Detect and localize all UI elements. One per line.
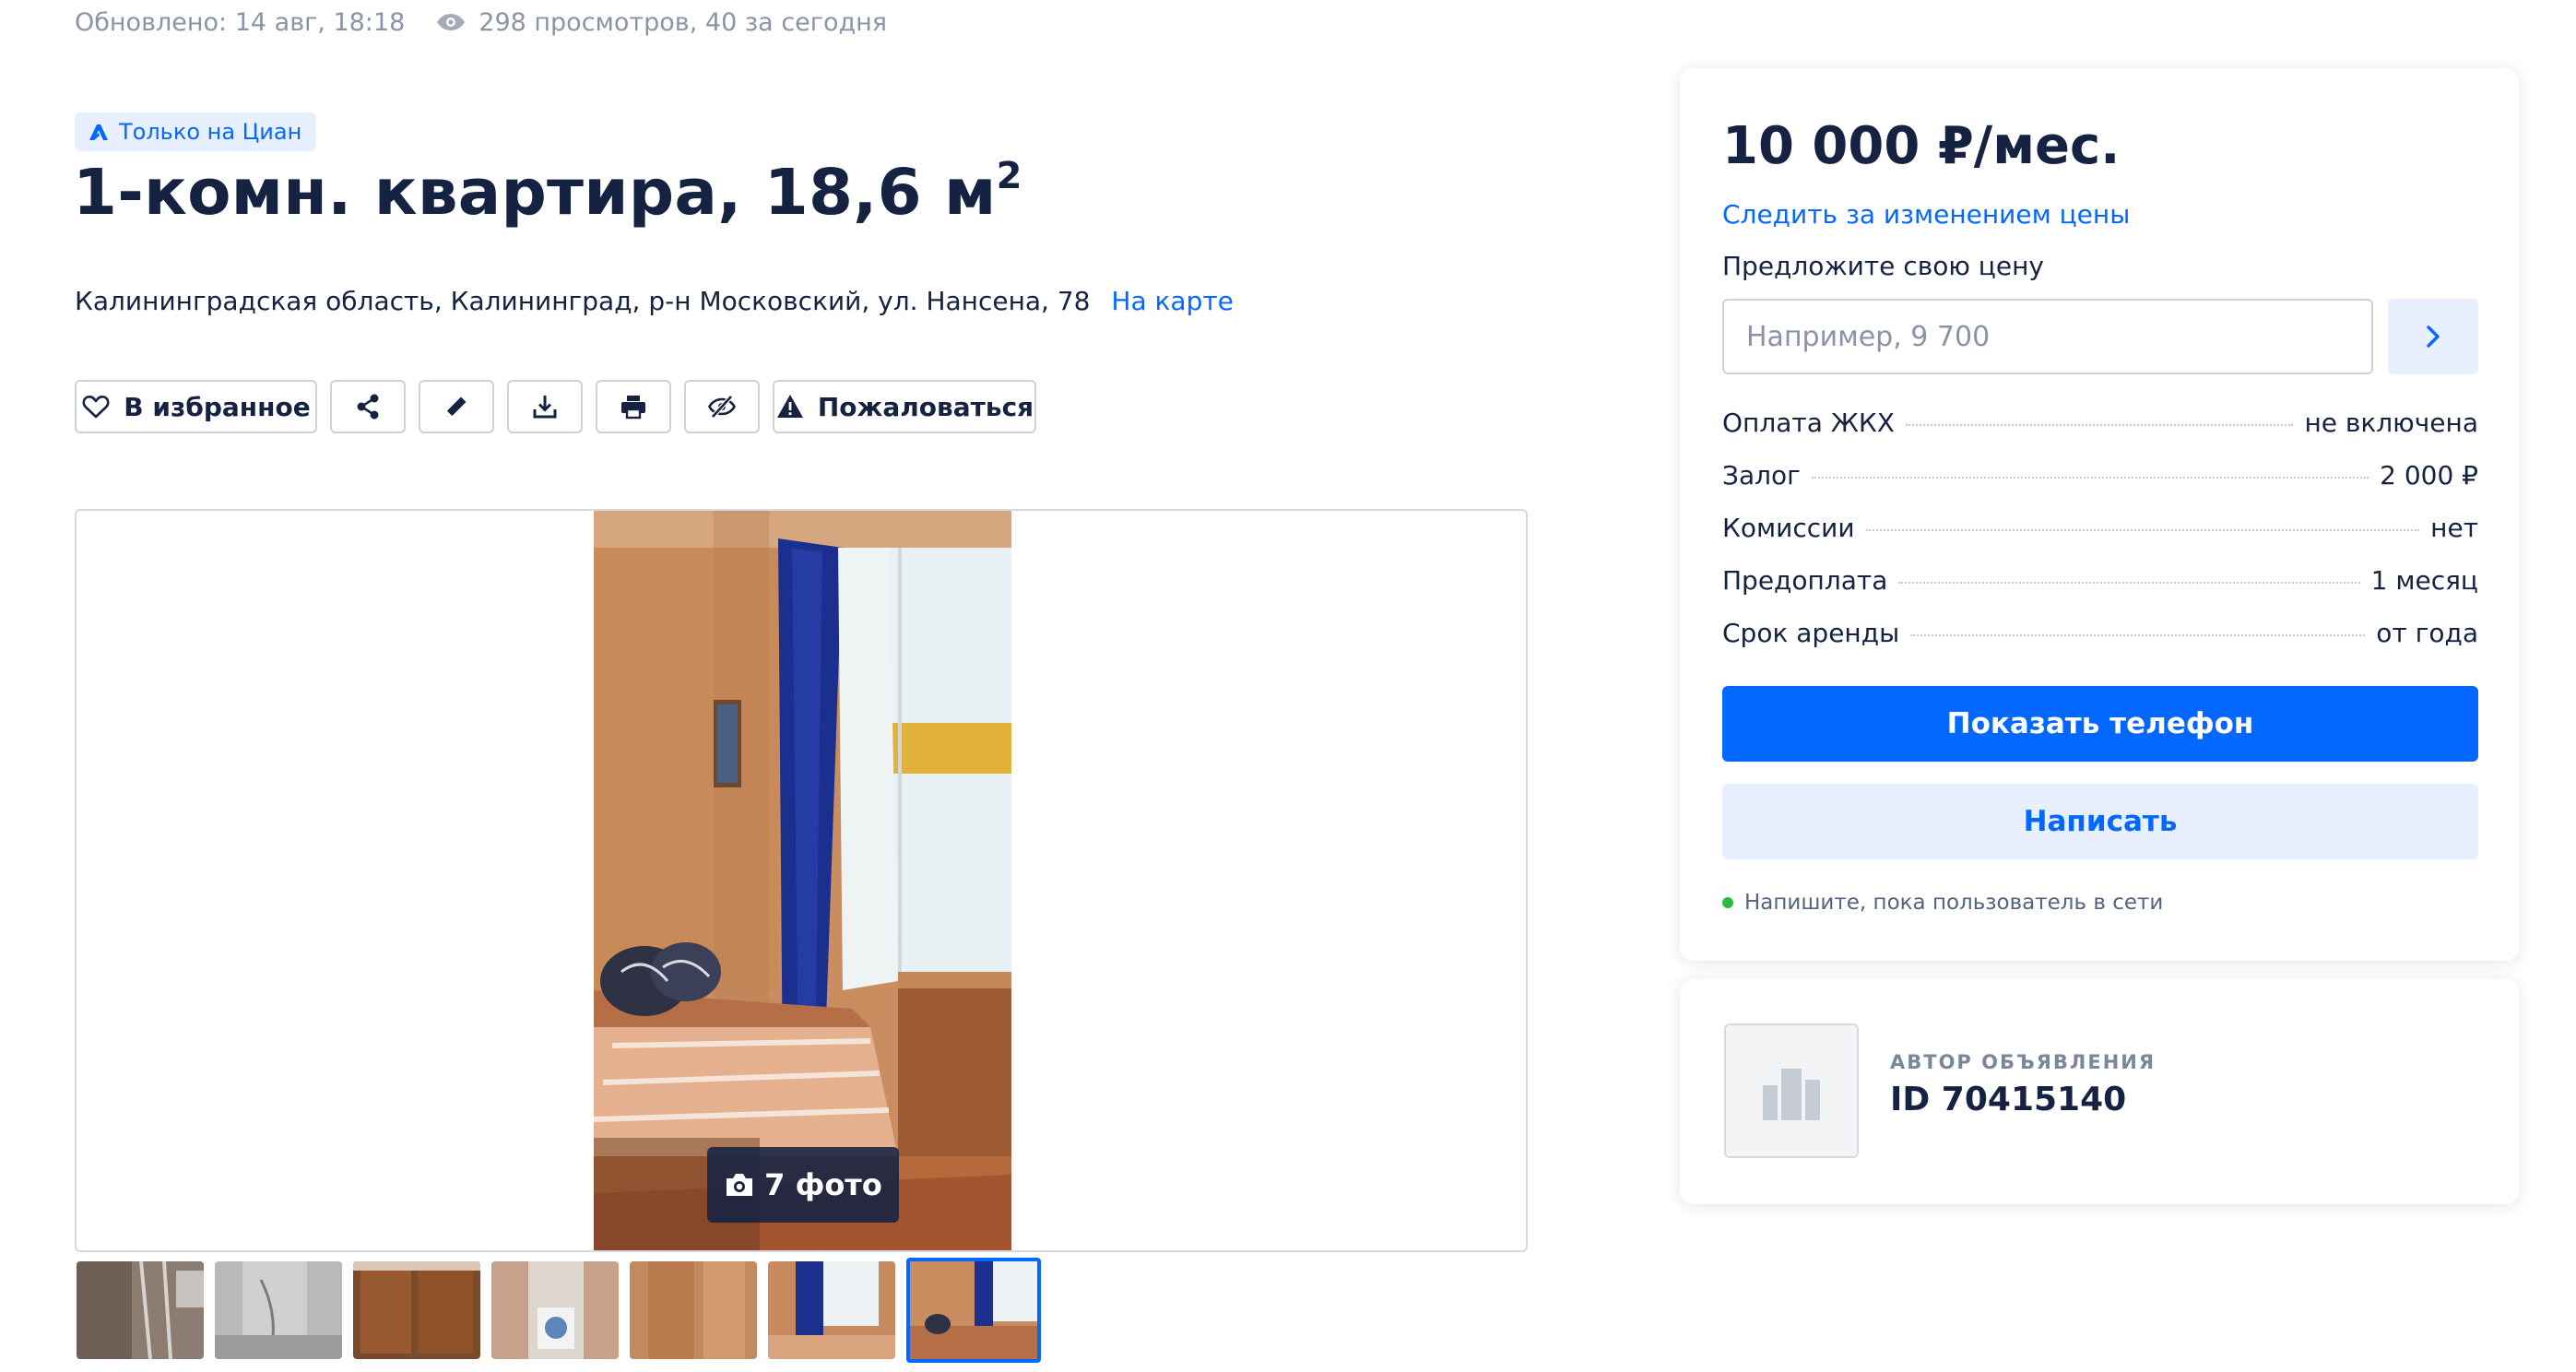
offer-price-label: Предложите свою цену bbox=[1722, 251, 2044, 281]
favorite-label: В избранное bbox=[124, 391, 311, 422]
listing-actions: В избранное Пожаловаться bbox=[75, 380, 1036, 433]
thumbnail-strip bbox=[77, 1258, 1052, 1363]
price: 10 000 ₽/мес. bbox=[1722, 116, 2121, 176]
online-status: Напишите, пока пользователь в сети bbox=[1722, 891, 2163, 915]
write-message-button[interactable]: Написать bbox=[1722, 784, 2478, 859]
updated-date: Обновлено: 14 авг, 18:18 bbox=[75, 7, 406, 37]
show-phone-button[interactable]: Показать телефон bbox=[1722, 686, 2478, 762]
term-row-prepayment: Предоплата 1 месяц bbox=[1722, 565, 2478, 596]
photo-gallery[interactable]: 7 фото bbox=[75, 509, 1528, 1252]
listing-title: 1-комн. квартира, 18,6 м2 bbox=[73, 155, 1022, 230]
share-icon bbox=[357, 394, 379, 420]
print-button[interactable] bbox=[596, 380, 671, 433]
listing-address: Калининградская область, Калининград, р-… bbox=[75, 286, 1234, 316]
hide-icon bbox=[708, 395, 736, 419]
main-photo[interactable] bbox=[594, 511, 1011, 1250]
author-caption: АВТОР ОБЪЯВЛЕНИЯ bbox=[1890, 1051, 2157, 1073]
author-avatar[interactable] bbox=[1724, 1023, 1859, 1158]
address-text: Калининградская область, Калининград, р-… bbox=[75, 286, 1091, 316]
camera-icon bbox=[727, 1174, 753, 1196]
eye-icon bbox=[436, 12, 466, 32]
online-dot-icon bbox=[1722, 897, 1733, 908]
photo-count-label: 7 фото bbox=[764, 1167, 882, 1202]
listing-meta: Обновлено: 14 авг, 18:18 298 просмотров,… bbox=[75, 2, 887, 42]
offer-price-input[interactable] bbox=[1722, 299, 2373, 374]
author-card: АВТОР ОБЪЯВЛЕНИЯ ID 70415140 bbox=[1680, 979, 2519, 1204]
term-row-lease-term: Срок аренды от года bbox=[1722, 618, 2478, 648]
thumbnail-6[interactable] bbox=[768, 1261, 895, 1359]
badge-label: Только на Циан bbox=[119, 119, 302, 145]
cian-logo-icon bbox=[88, 122, 110, 142]
building-placeholder-icon bbox=[1763, 1069, 1820, 1120]
thumbnail-3[interactable] bbox=[353, 1261, 480, 1359]
author-id: ID 70415140 bbox=[1890, 1081, 2127, 1118]
map-link[interactable]: На карте bbox=[1111, 286, 1234, 316]
thumbnail-5[interactable] bbox=[630, 1261, 757, 1359]
download-icon bbox=[533, 396, 557, 419]
edit-button[interactable] bbox=[419, 380, 494, 433]
cian-exclusive-badge: Только на Циан bbox=[75, 112, 317, 151]
favorite-button[interactable]: В избранное bbox=[75, 380, 317, 433]
thumbnail-7-selected[interactable] bbox=[906, 1258, 1041, 1363]
hide-button[interactable] bbox=[684, 380, 760, 433]
thumbnail-4[interactable] bbox=[491, 1261, 619, 1359]
report-label: Пожаловаться bbox=[817, 391, 1034, 422]
rental-terms: Оплата ЖКХ не включена Залог 2 000 ₽ Комис… bbox=[1722, 408, 2478, 670]
download-button[interactable] bbox=[507, 380, 583, 433]
views-count: 298 просмотров, 40 за сегодня bbox=[479, 7, 888, 37]
term-row-deposit: Залог 2 000 ₽ bbox=[1722, 460, 2478, 491]
thumbnail-1[interactable] bbox=[77, 1261, 204, 1359]
print-icon bbox=[621, 396, 645, 420]
pencil-icon bbox=[446, 396, 467, 417]
offer-submit-button[interactable] bbox=[2388, 299, 2478, 374]
chevron-right-icon bbox=[2427, 325, 2440, 348]
share-button[interactable] bbox=[330, 380, 406, 433]
report-button[interactable]: Пожаловаться bbox=[773, 380, 1036, 433]
warning-icon bbox=[776, 395, 803, 418]
heart-icon bbox=[82, 395, 110, 419]
watch-price-link[interactable]: Следить за изменением цены bbox=[1722, 199, 2130, 230]
term-row-commission: Комиссии нет bbox=[1722, 513, 2478, 543]
thumbnail-2[interactable] bbox=[215, 1261, 342, 1359]
photo-count-button[interactable]: 7 фото bbox=[707, 1147, 899, 1223]
online-note: Напишите, пока пользователь в сети bbox=[1744, 891, 2164, 915]
price-card: 10 000 ₽/мес. Следить за изменением цены… bbox=[1680, 68, 2519, 961]
term-row-utilities: Оплата ЖКХ не включена bbox=[1722, 408, 2478, 438]
